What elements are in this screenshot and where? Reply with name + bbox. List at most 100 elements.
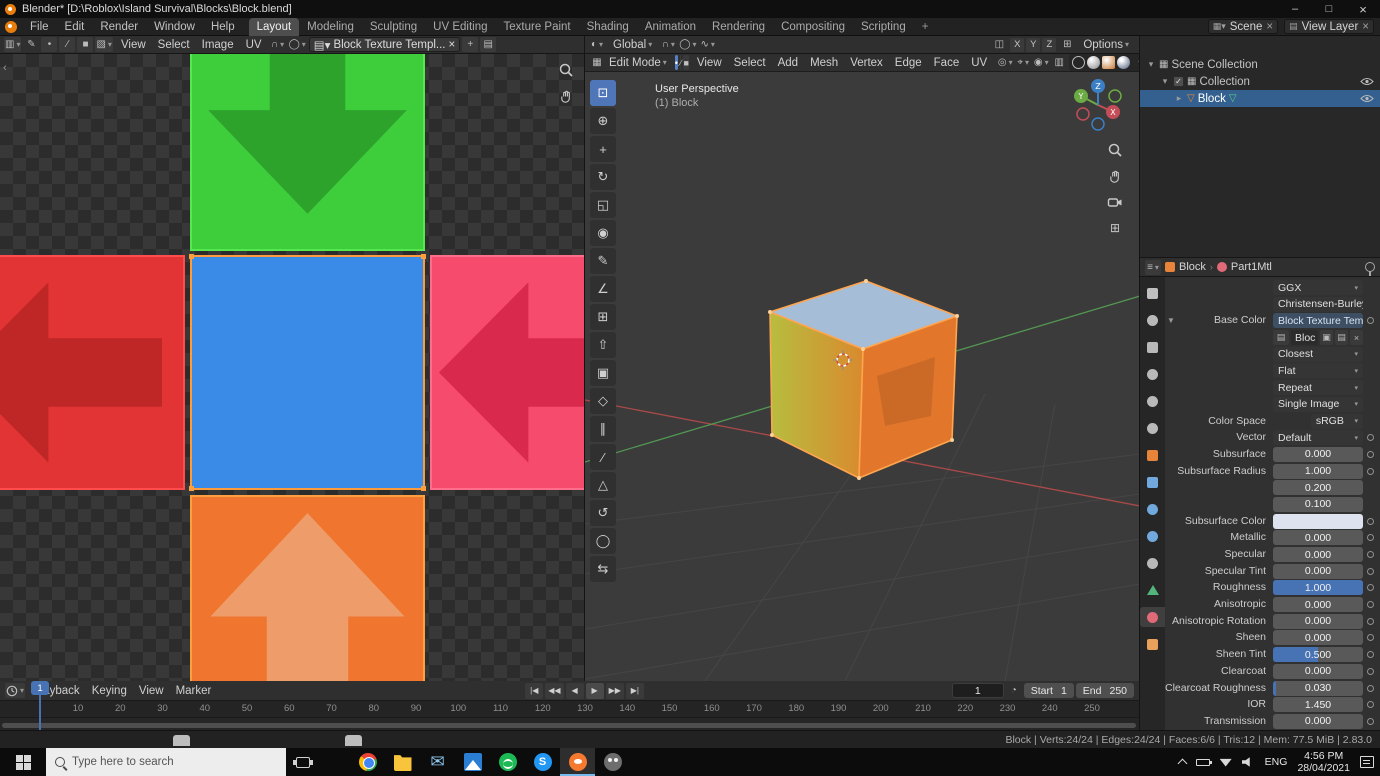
properties-tab-view-layer[interactable] <box>1140 364 1165 384</box>
uv-select-edge-icon[interactable]: ∕ <box>59 37 75 52</box>
menu-edit[interactable]: Edit <box>57 18 93 36</box>
new-image-icon[interactable]: + <box>462 37 478 52</box>
properties-tab-texture[interactable] <box>1140 634 1165 654</box>
uv-select-vertex-icon[interactable]: • <box>41 37 57 52</box>
properties-tab-object[interactable] <box>1140 445 1165 465</box>
tool-annotate[interactable]: ✎ <box>590 248 616 274</box>
timeline-menu-keying[interactable]: Keying <box>86 683 133 699</box>
image-datablock-field[interactable]: ▤▾ Block Texture Templ... × <box>309 37 460 52</box>
slider-specular-tint[interactable]: 0.000 <box>1273 564 1363 579</box>
taskbar-app-chrome[interactable] <box>350 748 385 776</box>
tool-poly-build[interactable]: △ <box>590 472 616 498</box>
image-name[interactable]: Bloc <box>1291 330 1318 345</box>
jump-to-end-button[interactable]: ▶| <box>626 683 644 699</box>
tool-extrude-region[interactable]: ⇧ <box>590 332 616 358</box>
uv-pencil-icon[interactable]: ✎ <box>23 37 39 52</box>
uv-menu-uv[interactable]: UV <box>240 37 268 53</box>
uv-proportional-edit-icon[interactable]: ◯ <box>288 37 307 52</box>
animate-decorator-dot[interactable] <box>1367 701 1374 708</box>
viewport-menu-view[interactable]: View <box>691 55 728 71</box>
timeline-scrollbar-thumb[interactable] <box>2 723 1136 728</box>
uv-zoom-icon[interactable] <box>556 60 576 80</box>
task-view-button[interactable] <box>286 748 320 776</box>
editor-type-timeline-icon[interactable] <box>5 683 25 698</box>
uv-image-editor-canvas[interactable]: ‹ <box>0 54 585 681</box>
properties-tab-tool[interactable] <box>1140 283 1165 303</box>
slider-sheen[interactable]: 0.000 <box>1273 630 1363 645</box>
playhead[interactable]: 1 <box>31 681 49 695</box>
animate-decorator-dot[interactable] <box>1367 651 1374 658</box>
taskbar-search[interactable]: Type here to search <box>46 748 286 776</box>
properties-tab-material[interactable] <box>1140 607 1165 627</box>
jump-to-start-button[interactable]: |◀ <box>525 683 543 699</box>
properties-tab-constraints[interactable] <box>1140 553 1165 573</box>
tab-layout[interactable]: Layout <box>249 18 300 36</box>
tool-measure[interactable]: ∠ <box>590 276 616 302</box>
viewport-pan-hand-icon[interactable] <box>1105 166 1125 186</box>
timeline-menu-marker[interactable]: Marker <box>170 683 218 699</box>
outliner-row-collection[interactable]: ▾✓▦Collection <box>1140 73 1380 90</box>
animate-decorator-dot[interactable] <box>1367 634 1374 641</box>
animate-decorator-dot[interactable] <box>1367 685 1374 692</box>
vertex-select-mode-button[interactable]: • <box>675 55 678 70</box>
close-button[interactable] <box>1346 0 1380 18</box>
use-preview-range-icon[interactable]: ◔ <box>1006 683 1022 698</box>
hidden-icons-chevron[interactable] <box>1177 759 1187 769</box>
jump-to-prev-keyframe-button[interactable]: ◀◀ <box>545 683 563 699</box>
slider-roughness[interactable]: 1.000 <box>1273 580 1363 595</box>
slider-metallic[interactable]: 0.000 <box>1273 530 1363 545</box>
animate-decorator-dot[interactable] <box>1367 451 1374 458</box>
shading-rendered-icon[interactable] <box>1117 56 1130 69</box>
number-field-subsurface-radius-2[interactable]: 0.100 <box>1273 497 1363 512</box>
taskbar-app-blender[interactable] <box>560 748 595 776</box>
tool-rotate[interactable]: ↻ <box>590 164 616 190</box>
uv-select-island-icon[interactable]: ▧ <box>95 37 112 52</box>
viewport-scene[interactable] <box>585 54 1140 681</box>
object-visibility-icon[interactable]: ◎ <box>997 55 1013 70</box>
tab-animation[interactable]: Animation <box>637 18 704 36</box>
slider-subsurface[interactable]: 0.000 <box>1273 447 1363 462</box>
unlink-image-icon[interactable]: × <box>1350 330 1363 345</box>
properties-tab-world[interactable] <box>1140 418 1165 438</box>
viewport-menu-select[interactable]: Select <box>728 55 772 71</box>
scene-selector[interactable]: ▦▾ Scene <box>1208 19 1278 34</box>
tool-loop-cut[interactable]: ∥ <box>590 416 616 442</box>
tool-spin[interactable]: ↺ <box>590 500 616 526</box>
dropdown-christensen-burley[interactable]: Christensen-Burley <box>1273 297 1363 312</box>
animate-decorator-dot[interactable] <box>1367 434 1374 441</box>
jump-to-next-keyframe-button[interactable]: ▶▶ <box>606 683 624 699</box>
image-icon[interactable]: ▤▾ <box>314 38 331 52</box>
axis-toggle-z[interactable]: Z <box>1042 38 1056 52</box>
orientation-icon[interactable]: ◐ <box>589 37 605 52</box>
taskbar-clock[interactable]: 4:56 PM 28/04/2021 <box>1297 750 1350 774</box>
options-dropdown[interactable]: Options <box>1077 37 1135 53</box>
visibility-eye-icon[interactable] <box>1360 94 1374 106</box>
shading-solid-icon[interactable] <box>1087 56 1100 69</box>
slider-anisotropic-rotation[interactable]: 0.000 <box>1273 614 1363 629</box>
uv-pan-hand-icon[interactable] <box>556 86 576 106</box>
grid-snap-icon[interactable]: ⊞ <box>1059 37 1075 52</box>
disclosure-triangle-icon[interactable]: ▸ <box>1174 93 1184 104</box>
play-reverse-button[interactable]: ◀ <box>566 683 584 699</box>
action-center-icon[interactable] <box>1360 756 1374 768</box>
outliner-row-scene-collection[interactable]: ▾▦Scene Collection <box>1140 56 1380 73</box>
tab-sculpting[interactable]: Sculpting <box>362 18 425 36</box>
tool-bevel[interactable]: ◇ <box>590 388 616 414</box>
current-frame-field[interactable]: 1 <box>952 683 1004 698</box>
animate-decorator-dot[interactable] <box>1367 601 1374 608</box>
slider-sheen-tint[interactable]: 0.500 <box>1273 647 1363 662</box>
taskbar-app-gimp[interactable] <box>595 748 630 776</box>
face-select-mode-button[interactable]: ■ <box>683 55 688 70</box>
minimize-button[interactable] <box>1278 0 1312 18</box>
dropdown-vector[interactable]: Default <box>1273 430 1363 445</box>
tab-compositing[interactable]: Compositing <box>773 18 853 36</box>
transform-orientation-dropdown[interactable]: Global <box>607 37 658 53</box>
tab-rendering[interactable]: Rendering <box>704 18 773 36</box>
tool-transform[interactable]: ◉ <box>590 220 616 246</box>
menu-render[interactable]: Render <box>92 18 146 36</box>
animate-decorator-dot[interactable] <box>1367 518 1374 525</box>
editor-type-image-icon[interactable]: ▥ <box>4 37 21 52</box>
viewport-menu-face[interactable]: Face <box>928 55 966 71</box>
tab-shading[interactable]: Shading <box>579 18 637 36</box>
viewport-menu-edge[interactable]: Edge <box>889 55 928 71</box>
